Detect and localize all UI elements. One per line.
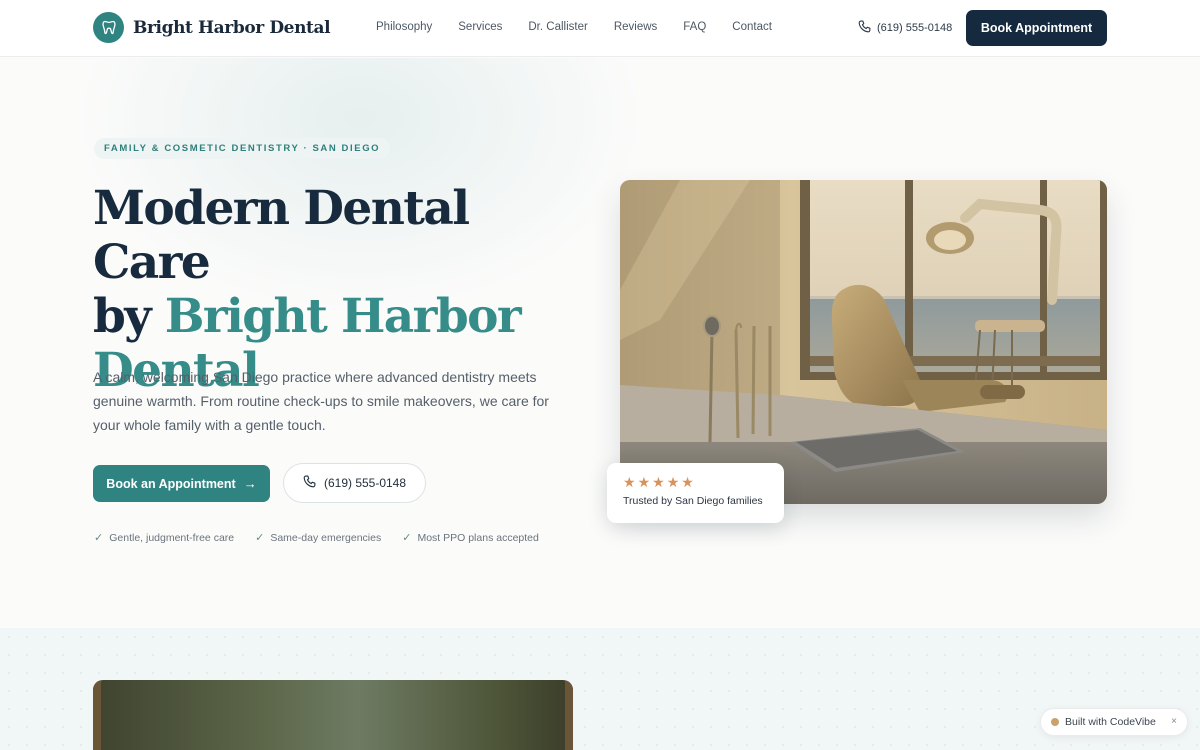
call-phone-button[interactable]: (619) 555-0148 — [283, 463, 426, 503]
star-icon: ★ — [637, 474, 651, 490]
nav-link-reviews[interactable]: Reviews — [614, 21, 657, 33]
nav-link-dr-callister[interactable]: Dr. Callister — [528, 21, 587, 33]
brand[interactable]: Bright Harbor Dental — [93, 12, 331, 43]
badge-dot-icon — [1051, 718, 1059, 726]
benefit-item: ✓ Gentle, judgment-free care — [94, 531, 235, 545]
header-phone-number: (619) 555-0148 — [877, 22, 953, 34]
headline-line-1: Modern Dental Care — [93, 181, 470, 290]
phone-icon — [303, 475, 316, 491]
book-appointment-button[interactable]: Book Appointment — [966, 10, 1107, 46]
hero-eyebrow: FAMILY & COSMETIC DENTISTRY · SAN DIEGO — [94, 138, 391, 159]
check-icon: ✓ — [402, 532, 412, 544]
phone-icon — [858, 20, 871, 36]
benefit-label: Same-day emergencies — [270, 531, 382, 544]
check-icon: ✓ — [94, 532, 104, 544]
built-with-badge[interactable]: Built with CodeVibe × — [1040, 708, 1188, 736]
star-icon: ★ — [666, 474, 680, 490]
nav-link-philosophy[interactable]: Philosophy — [376, 21, 432, 33]
header-phone-link[interactable]: (619) 555-0148 — [858, 20, 952, 36]
headline-by: by — [93, 289, 165, 344]
nav-link-faq[interactable]: FAQ — [683, 21, 706, 33]
brand-name: Bright Harbor Dental — [133, 17, 331, 38]
benefit-item: ✓ Same-day emergencies — [255, 531, 382, 545]
site-header: Bright Harbor Dental Philosophy Services… — [0, 0, 1200, 57]
star-icon: ★ — [623, 474, 636, 490]
trust-rating-card: ★ ★ ★ ★ ★ Trusted by San Diego families — [607, 463, 784, 523]
hero-clinic-photo — [620, 180, 1107, 504]
star-rating: ★ ★ ★ ★ ★ — [623, 475, 784, 489]
hero-description: A calm, welcoming San Diego practice whe… — [93, 369, 549, 433]
cta-primary-label: Book an Appointment — [106, 476, 236, 491]
photo-frame-edge — [565, 680, 573, 750]
badge-label: Built with CodeVibe — [1065, 716, 1156, 728]
star-icon: ★ — [652, 474, 665, 490]
benefit-label: Most PPO plans accepted — [417, 531, 539, 544]
main-nav: Philosophy Services Dr. Callister Review… — [376, 21, 798, 33]
photo-frame-edge — [93, 680, 101, 750]
cta-phone-number: (619) 555-0148 — [323, 476, 407, 490]
arrow-right-icon: → — [243, 476, 257, 491]
philosophy-section — [0, 628, 1200, 750]
benefit-item: ✓ Most PPO plans accepted — [402, 531, 539, 545]
benefit-label: Gentle, judgment-free care — [109, 531, 235, 544]
headline-accent-1: Bright Harbor — [164, 289, 522, 344]
nav-link-contact[interactable]: Contact — [732, 21, 772, 33]
nav-link-services[interactable]: Services — [458, 21, 502, 33]
hero-benefits: ✓ Gentle, judgment-free care ✓ Same-day … — [94, 531, 560, 545]
section-photo — [93, 680, 573, 750]
book-an-appointment-button[interactable]: Book an Appointment → — [93, 465, 270, 502]
hero-section: FAMILY & COSMETIC DENTISTRY · SAN DIEGO … — [0, 58, 1200, 628]
tooth-icon — [93, 12, 124, 43]
check-icon: ✓ — [255, 532, 265, 544]
close-icon[interactable]: × — [1171, 716, 1177, 727]
trust-text: Trusted by San Diego families — [623, 495, 763, 507]
star-icon: ★ — [681, 474, 694, 490]
